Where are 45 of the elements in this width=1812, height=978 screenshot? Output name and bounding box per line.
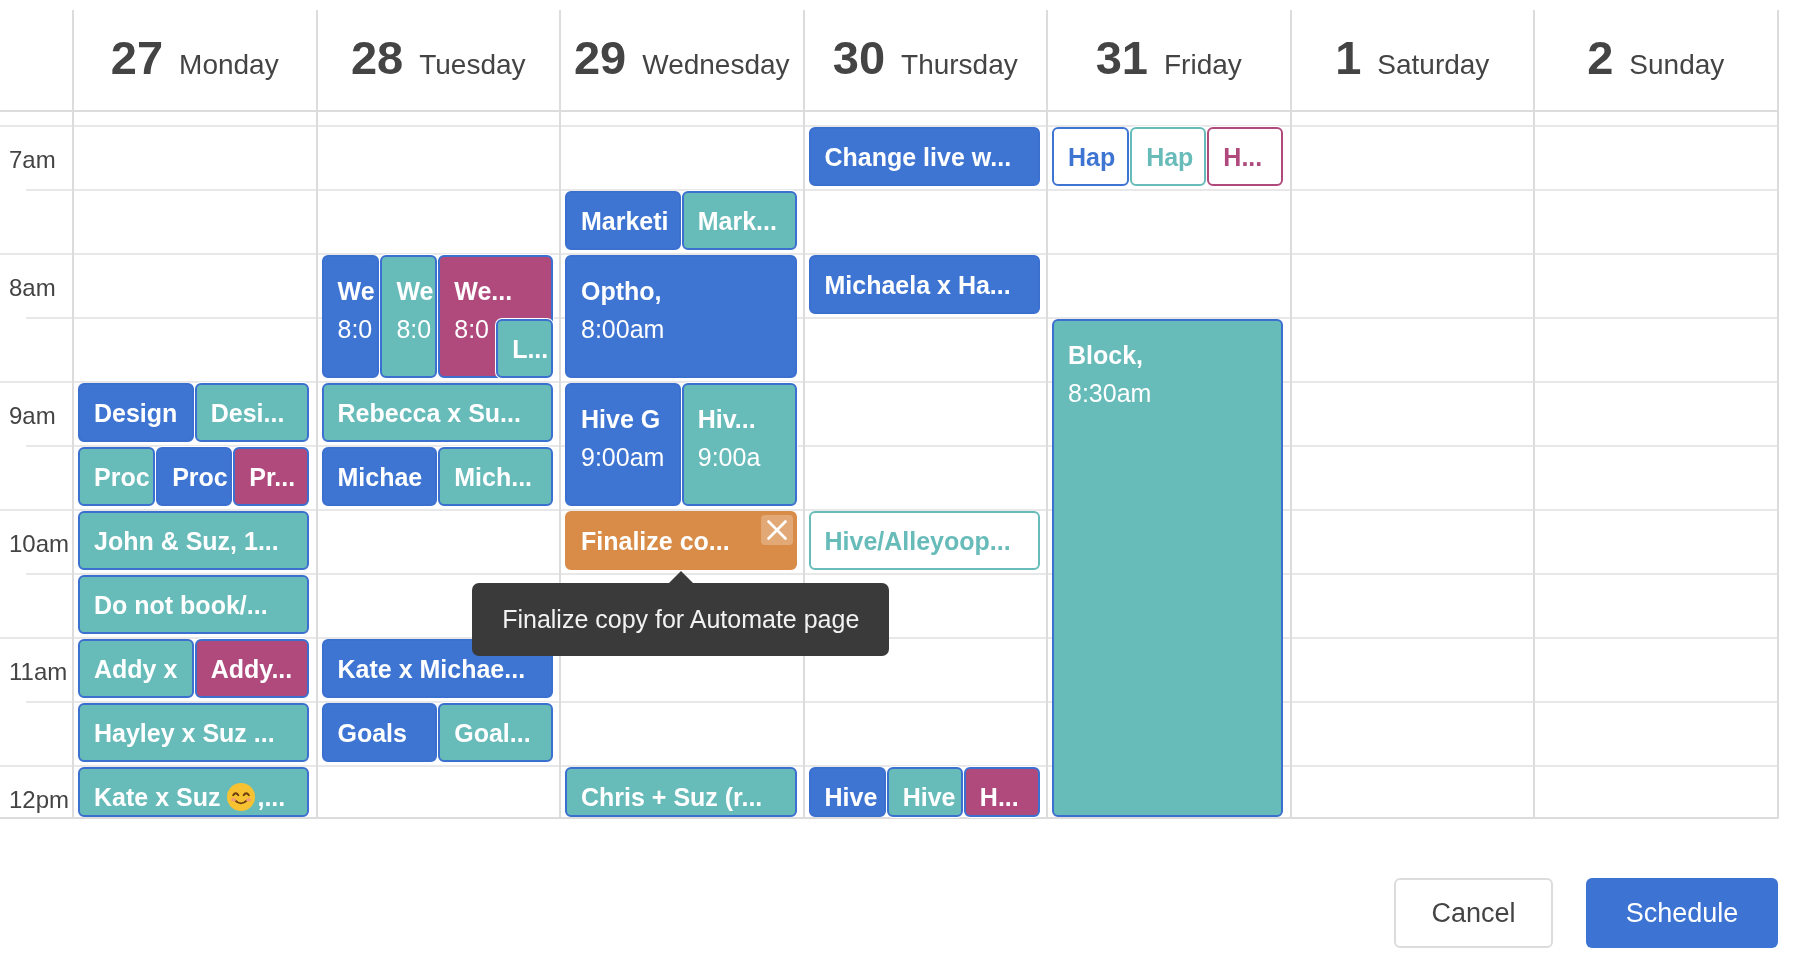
tooltip-arrow-icon [668, 571, 693, 583]
calendar-event[interactable]: H... [1207, 127, 1284, 186]
close-button[interactable] [760, 515, 793, 545]
calendar-event[interactable]: Addy... [194, 639, 310, 698]
day-number: 31 [1095, 30, 1148, 86]
day-name: Tuesday [419, 48, 526, 82]
time-label: 8am [9, 274, 56, 302]
smiling-face-icon [227, 783, 256, 811]
calendar-event[interactable]: We 8:0 [321, 255, 380, 378]
day-name: Thursday [901, 48, 1018, 82]
day-number: 1 [1335, 30, 1362, 86]
time-label: 10am [9, 530, 70, 558]
calendar-event[interactable]: Michaela x Ha... [808, 255, 1040, 314]
tooltip: Finalize copy for Automate page [472, 583, 890, 656]
day-number: 2 [1587, 30, 1614, 86]
day-name: Saturday [1377, 48, 1490, 82]
schedule-button[interactable]: Schedule [1586, 878, 1778, 948]
time-label: 7am [9, 146, 56, 174]
calendar-event[interactable]: Michae [321, 447, 438, 506]
day-name: Sunday [1629, 48, 1725, 82]
calendar-event[interactable]: Proc [156, 447, 233, 506]
day-number: 28 [350, 30, 404, 86]
calendar-event[interactable]: Finalize co... [565, 511, 797, 570]
day-number: 30 [832, 30, 886, 86]
calendar-event[interactable]: Goals [321, 703, 438, 762]
day-name: Friday [1164, 48, 1242, 82]
calendar-event[interactable]: Pr... [233, 447, 310, 506]
time-label: 12pm [9, 786, 70, 814]
day-name: Monday [179, 48, 279, 82]
day-number: 27 [110, 30, 164, 86]
day-number: 29 [573, 30, 627, 86]
calendar-event[interactable]: H... [963, 767, 1040, 817]
cancel-button[interactable]: Cancel [1394, 878, 1553, 948]
calendar-event[interactable]: Hive [808, 767, 886, 817]
calendar-event[interactable]: Change live w... [808, 127, 1040, 186]
calendar-event[interactable]: Hap [1052, 127, 1130, 186]
calendar-event[interactable]: Hive G 9:00am [565, 383, 681, 506]
time-label: 11am [9, 658, 68, 686]
calendar-event[interactable]: Kate x Michae... [321, 639, 553, 698]
calendar-event[interactable]: Optho, 8:00am [565, 255, 797, 378]
calendar-event[interactable]: Design [78, 383, 194, 442]
time-label: 9am [9, 402, 56, 430]
calendar-event[interactable]: Marketi [565, 191, 681, 250]
day-name: Wednesday [642, 48, 790, 82]
close-icon [766, 520, 787, 540]
